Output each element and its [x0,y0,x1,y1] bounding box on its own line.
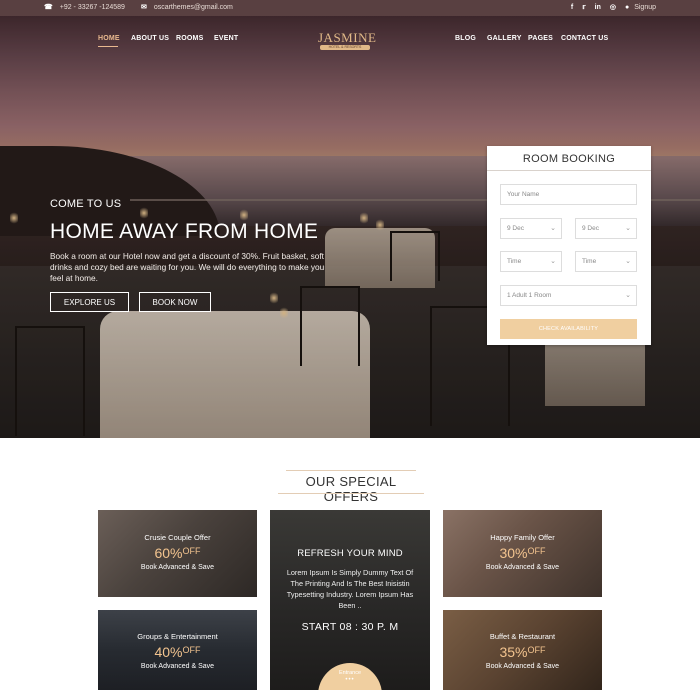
offer-subtitle: Book Advanced & Save [140,564,215,571]
nav-event[interactable]: EVENT [214,35,238,42]
nav-rooms[interactable]: ROOMS [176,35,203,42]
email-contact[interactable]: ✉ oscarthemes@gmail.com [140,3,233,12]
phone-contact[interactable]: ☎ +92 - 33267 -124589 [44,3,125,12]
mail-icon: ✉ [140,4,147,11]
explore-us-button[interactable]: EXPLORE US [50,292,129,312]
site-logo[interactable]: JASMINE HOTEL & RESORTS [318,30,377,50]
offer-card-buffet[interactable]: Buffet & Restaurant 35%OFF Book Advanced… [443,610,602,690]
hero-buttons: EXPLORE US BOOK NOW [50,292,211,312]
offer-title: Groups & Entertainment [137,632,218,641]
twitter-icon[interactable]: 𝕣 [582,3,585,11]
check-availability-button[interactable]: CHECK AVAILABILITY [500,319,637,339]
nav-blog[interactable]: BLOG [455,35,476,42]
offer-percent: 30%OFF [499,545,546,561]
chevron-down-icon: ⌄ [625,258,631,265]
social-links: f 𝕣 in ◎ ● Signup [571,3,656,12]
offer-subtitle: Book Advanced & Save [485,663,560,670]
nav-contact-us[interactable]: CONTACT US [561,35,608,42]
checkout-time-select[interactable]: Time ⌄ [575,251,637,272]
hero-content: COME TO US HOME AWAY FROM HOME Book a ro… [50,198,335,284]
offer-percent: 35%OFF [499,644,546,660]
nav-gallery[interactable]: GALLERY [487,35,522,42]
offer-title: Buffet & Restaurant [489,632,556,641]
email-address: oscarthemes@gmail.com [153,3,233,11]
active-nav-underline [98,46,118,47]
nav-pages[interactable]: PAGES [528,35,553,42]
offer-title: Crusie Couple Offer [144,533,211,542]
logo-name: JASMINE [318,30,377,45]
main-navigation: HOME ABOUT US ROOMS EVENT JASMINE HOTEL … [0,16,700,62]
chevron-down-icon: ⌄ [625,292,631,299]
checkout-date-select[interactable]: 9 Dec ⌄ [575,218,637,239]
checkout-date-value: 9 Dec [582,225,599,232]
book-now-button[interactable]: BOOK NOW [139,292,211,312]
booking-title: ROOM BOOKING [522,153,616,165]
offer-percent: 60%OFF [154,545,201,561]
refresh-event-card[interactable]: REFRESH YOUR MIND Lorem Ipsum Is Simply … [270,510,430,690]
chevron-down-icon: ⌄ [550,258,556,265]
checkin-date-value: 9 Dec [507,225,524,232]
offer-percent: 40%OFF [154,644,201,660]
checkout-time-value: Time [582,258,597,265]
phone-icon: ☎ [44,4,53,11]
linkedin-icon[interactable]: in [595,4,601,11]
entrance-badge[interactable]: Entrance ••• [318,663,382,690]
signup-label: Signup [634,3,656,11]
offer-title: Happy Family Offer [490,533,555,542]
name-input[interactable]: Your Name [500,184,637,205]
offer-card-family[interactable]: Happy Family Offer 30%OFF Book Advanced … [443,510,602,597]
event-start-time: START 08 : 30 P. M [301,621,399,633]
offer-card-couple[interactable]: Crusie Couple Offer 60%OFF Book Advanced… [98,510,257,597]
name-placeholder: Your Name [507,191,540,198]
event-title: REFRESH YOUR MIND [297,548,403,559]
entrance-label: Entrance [338,670,361,676]
offers-section-title: OUR SPECIAL OFFERS [278,470,424,504]
hero-kicker: COME TO US [50,198,122,210]
contact-info: ☎ +92 - 33267 -124589 ✉ oscarthemes@gmai… [44,3,233,12]
room-booking-form: ROOM BOOKING Your Name 9 Dec ⌄ 9 Dec ⌄ T… [487,146,651,345]
logo-tagline: HOTEL & RESORTS [320,45,370,50]
chevron-down-icon: ⌄ [625,225,631,232]
signup-link[interactable]: ● Signup [625,4,656,11]
booking-title-divider [487,170,651,171]
nav-about-us[interactable]: ABOUT US [131,35,169,42]
guests-value: 1 Adult 1 Room [507,292,552,299]
chevron-down-icon: ⌄ [550,225,556,232]
checkin-time-select[interactable]: Time ⌄ [500,251,562,272]
hero-headline: HOME AWAY FROM HOME [50,220,319,243]
offer-subtitle: Book Advanced & Save [140,663,215,670]
tripadvisor-icon[interactable]: ◎ [610,3,616,11]
event-description: Lorem Ipsum Is Simply Dummy Text Of The … [286,568,414,610]
entrance-dots: ••• [345,677,355,683]
phone-number: +92 - 33267 -124589 [59,3,125,11]
nav-home[interactable]: HOME [98,35,120,42]
offer-card-groups[interactable]: Groups & Entertainment 40%OFF Book Advan… [98,610,257,690]
checkin-date-select[interactable]: 9 Dec ⌄ [500,218,562,239]
guests-select[interactable]: 1 Adult 1 Room ⌄ [500,285,637,306]
facebook-icon[interactable]: f [571,4,573,11]
user-icon: ● [624,3,630,11]
hero-description: Book a room at our Hotel now and get a d… [50,251,325,283]
offer-subtitle: Book Advanced & Save [485,564,560,571]
checkin-time-value: Time [507,258,522,265]
top-bar: ☎ +92 - 33267 -124589 ✉ oscarthemes@gmai… [0,0,700,16]
